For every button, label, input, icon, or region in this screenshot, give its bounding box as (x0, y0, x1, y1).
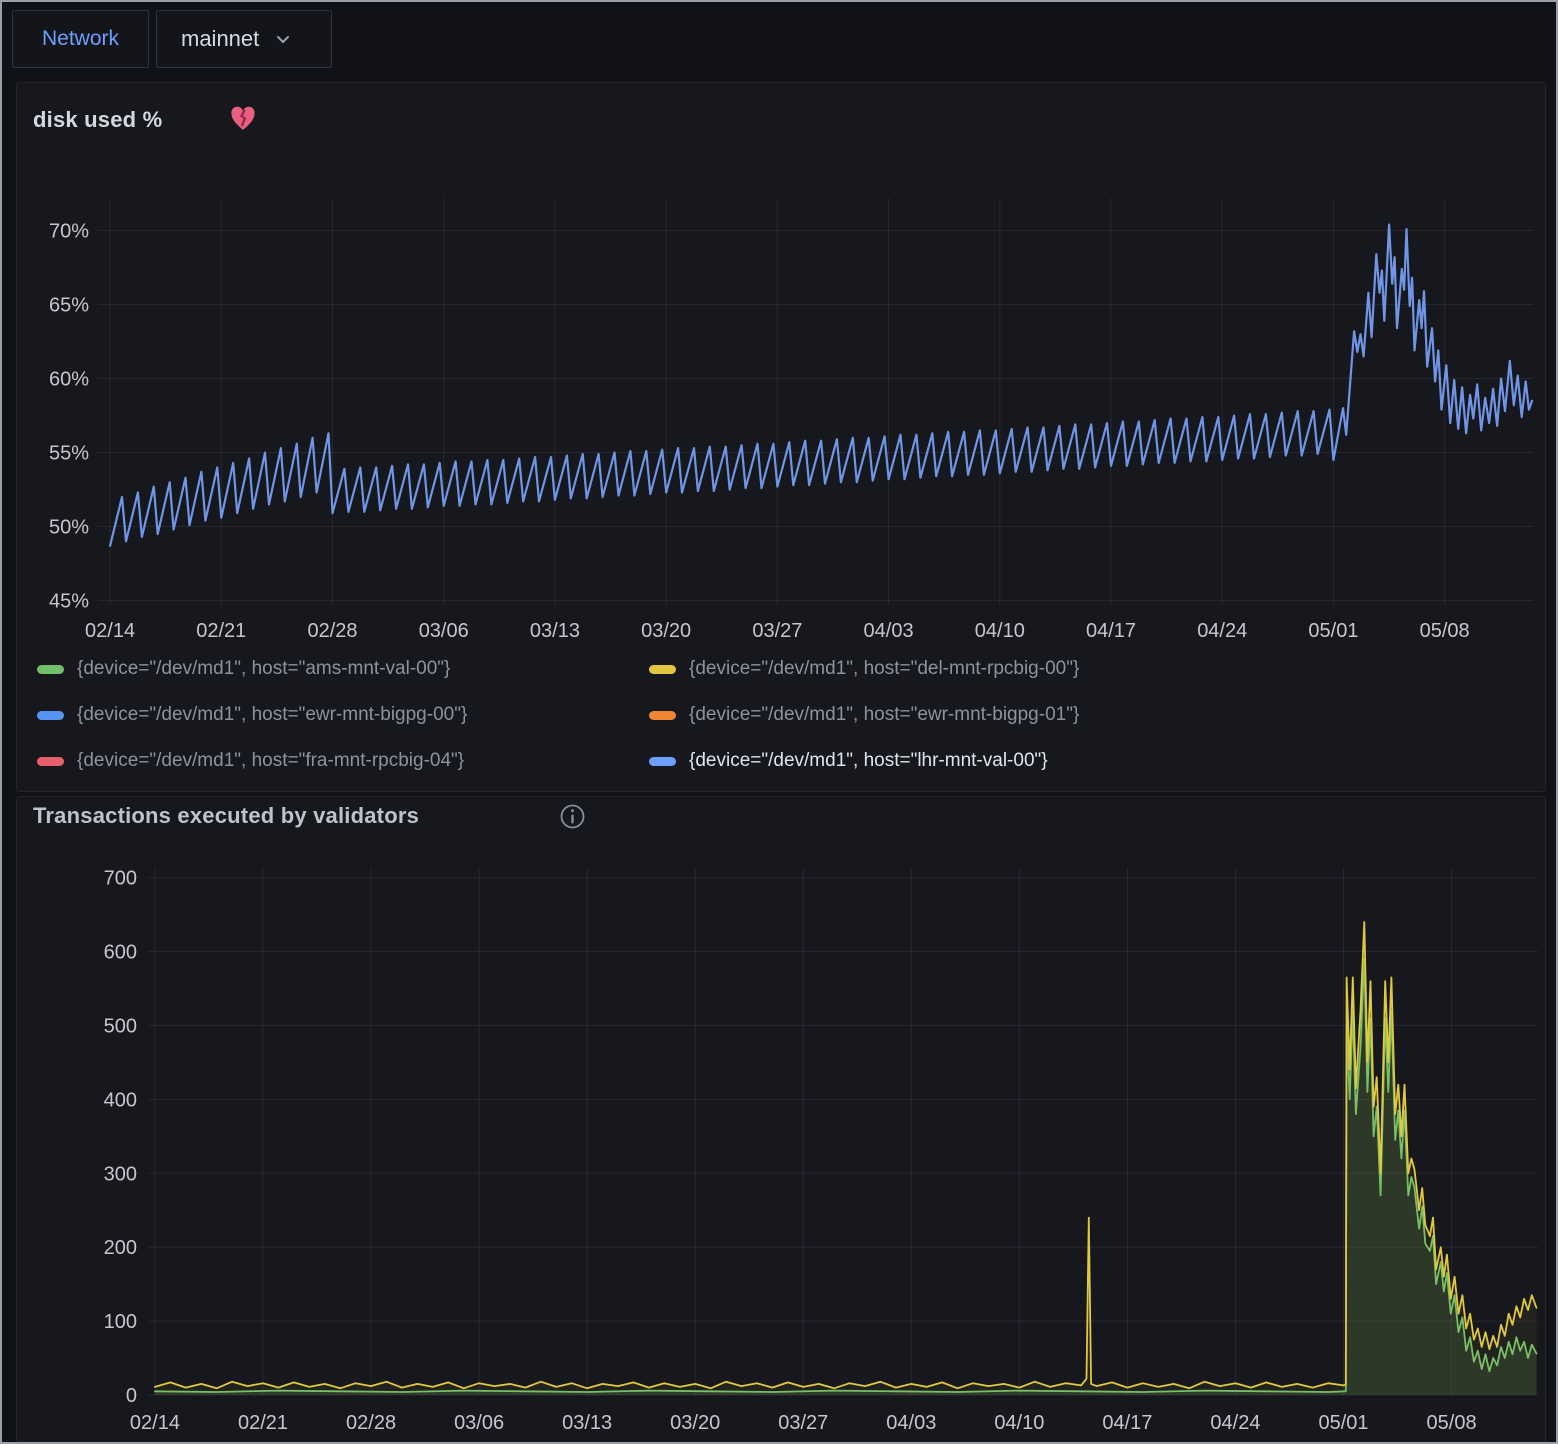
legend-label: {device="/dev/md1", host="del-mnt-rpcbig… (689, 658, 1079, 680)
legend-label: {device="/dev/md1", host="fra-mnt-rpcbig… (77, 750, 464, 772)
svg-text:05/08: 05/08 (1420, 620, 1470, 642)
svg-text:300: 300 (104, 1163, 137, 1185)
legend-swatch (37, 757, 64, 766)
legend-swatch (649, 711, 676, 720)
disk-used-legend: {device="/dev/md1", host="ams-mnt-val-00… (37, 651, 1517, 779)
svg-text:04/17: 04/17 (1086, 620, 1136, 642)
legend-item[interactable]: {device="/dev/md1", host="ewr-mnt-bigpg-… (649, 697, 1517, 733)
transactions-chart[interactable]: 02/14 02/21 02/28 03/06 03/13 03/20 03/27 04/03… (23, 858, 1543, 1443)
info-icon[interactable] (559, 803, 586, 835)
svg-text:03/27: 03/27 (752, 620, 802, 642)
svg-text:02/28: 02/28 (307, 620, 357, 642)
legend-item[interactable]: {device="/dev/md1", host="fra-mnt-rpcbig… (37, 743, 649, 779)
svg-text:03/13: 03/13 (530, 620, 580, 642)
svg-text:04/17: 04/17 (1102, 1412, 1152, 1434)
svg-text:100: 100 (104, 1311, 137, 1333)
svg-text:04/24: 04/24 (1210, 1412, 1260, 1434)
network-variable-dropdown[interactable]: mainnet (156, 10, 332, 68)
legend-item[interactable]: {device="/dev/md1", host="ewr-mnt-bigpg-… (37, 697, 649, 733)
svg-text:03/27: 03/27 (778, 1412, 828, 1434)
dashboard-screen: Network mainnet disk used % 02/1402/2102… (0, 0, 1558, 1444)
network-variable-label: Network (42, 27, 119, 51)
legend-swatch (37, 711, 64, 720)
svg-text:60%: 60% (49, 369, 89, 391)
svg-text:500: 500 (104, 1015, 137, 1037)
svg-text:600: 600 (104, 942, 137, 964)
svg-text:04/03: 04/03 (886, 1412, 936, 1434)
disk-used-chart[interactable]: 02/14 02/21 02/28 03/06 03/13 03/20 03/27 04/03… (23, 188, 1535, 648)
svg-text:02/14: 02/14 (85, 620, 135, 642)
legend-item[interactable]: {device="/dev/md1", host="del-mnt-rpcbig… (649, 651, 1517, 687)
svg-text:400: 400 (104, 1089, 137, 1111)
svg-text:55%: 55% (49, 443, 89, 465)
svg-text:04/10: 04/10 (994, 1412, 1044, 1434)
legend-label: {device="/dev/md1", host="ewr-mnt-bigpg-… (77, 704, 467, 726)
svg-text:200: 200 (104, 1237, 137, 1259)
broken-heart-icon (229, 105, 257, 138)
legend-item[interactable]: {device="/dev/md1", host="lhr-mnt-val-00… (649, 743, 1517, 779)
svg-text:45%: 45% (49, 591, 89, 613)
svg-text:03/20: 03/20 (670, 1412, 720, 1434)
disk-used-panel-title: disk used % (33, 107, 162, 133)
network-variable-label-box: Network (12, 10, 149, 68)
svg-text:02/14: 02/14 (130, 1412, 180, 1434)
transactions-panel-title: Transactions executed by validators (33, 803, 419, 829)
svg-text:03/06: 03/06 (454, 1412, 504, 1434)
legend-swatch (649, 757, 676, 766)
legend-swatch (37, 665, 64, 674)
svg-text:04/03: 04/03 (864, 620, 914, 642)
svg-text:04/10: 04/10 (975, 620, 1025, 642)
legend-swatch (649, 665, 676, 674)
network-variable-value[interactable]: mainnet (181, 26, 259, 52)
svg-text:05/08: 05/08 (1427, 1412, 1477, 1434)
svg-text:50%: 50% (49, 517, 89, 539)
legend-label: {device="/dev/md1", host="lhr-mnt-val-00… (689, 750, 1048, 772)
disk-used-panel: disk used % 02/14 02/21 02/28 03/06 03/13 03/… (16, 82, 1546, 792)
svg-text:700: 700 (104, 868, 137, 890)
legend-label: {device="/dev/md1", host="ams-mnt-val-00… (77, 658, 450, 680)
svg-text:02/28: 02/28 (346, 1412, 396, 1434)
svg-text:03/06: 03/06 (419, 620, 469, 642)
legend-label: {device="/dev/md1", host="ewr-mnt-bigpg-… (689, 704, 1079, 726)
svg-text:0: 0 (126, 1385, 137, 1407)
transactions-panel: Transactions executed by validators 02/1… (16, 796, 1546, 1444)
svg-text:03/13: 03/13 (562, 1412, 612, 1434)
svg-text:05/01: 05/01 (1308, 620, 1358, 642)
svg-text:02/21: 02/21 (196, 620, 246, 642)
chevron-down-icon (273, 29, 293, 49)
svg-text:03/20: 03/20 (641, 620, 691, 642)
svg-text:05/01: 05/01 (1318, 1412, 1368, 1434)
legend-item[interactable]: {device="/dev/md1", host="ams-mnt-val-00… (37, 651, 649, 687)
svg-text:65%: 65% (49, 295, 89, 317)
svg-text:70%: 70% (49, 221, 89, 243)
svg-text:04/24: 04/24 (1197, 620, 1247, 642)
svg-text:02/21: 02/21 (238, 1412, 288, 1434)
